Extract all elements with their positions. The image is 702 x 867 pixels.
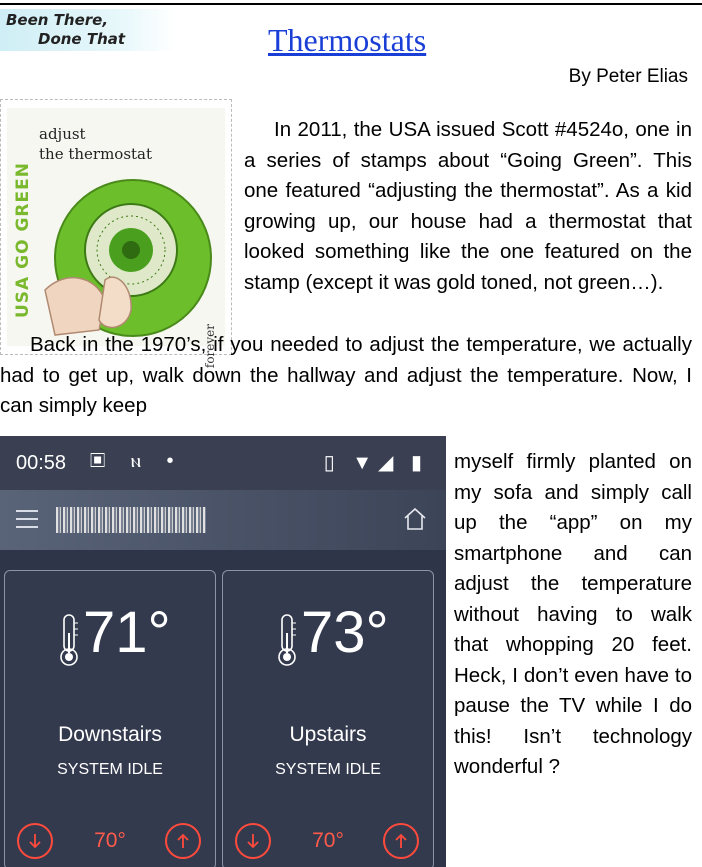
stamp-image: USA GO GREEN adjust the thermostat forev…	[0, 99, 232, 368]
increase-setpoint-button[interactable]	[383, 823, 419, 859]
home-icon[interactable]	[402, 506, 428, 532]
stamp-caption: adjust the thermostat	[39, 125, 153, 163]
status-bar: 00:58 ▣ ⲛ • ▯ ▼◢ ▮	[0, 436, 446, 490]
zone-card-downstairs[interactable]: 71° Downstairs SYSTEM IDLE 70°	[4, 570, 216, 867]
article-paragraph-2: Back in the 1970’s, if you needed to adj…	[0, 333, 692, 417]
zone-name: Downstairs	[58, 723, 162, 746]
notification-icons: ▣ ⲛ •	[90, 450, 184, 472]
redacted-location-name	[56, 507, 206, 533]
zone-name: Upstairs	[289, 723, 367, 746]
arrow-up-icon	[177, 833, 189, 848]
article-paragraph-3: myself firmly planted on my sofa and sim…	[454, 450, 692, 778]
system-status: SYSTEM IDLE	[275, 761, 381, 778]
banner-line-2: Done That	[38, 30, 126, 48]
increase-setpoint-button[interactable]	[165, 823, 201, 859]
thermometer-icon	[60, 614, 78, 666]
app-bar	[0, 490, 446, 550]
byline: By Peter Elias	[568, 66, 688, 87]
current-temperature: 71°	[83, 600, 171, 665]
stamp-face: USA GO GREEN adjust the thermostat forev…	[7, 108, 225, 368]
decrease-setpoint-button[interactable]	[17, 823, 53, 859]
zone-card-upstairs[interactable]: 73° Upstairs SYSTEM IDLE 70°	[222, 570, 434, 867]
thermostat-dial-illustration	[44, 179, 212, 337]
menu-icon[interactable]	[16, 510, 38, 528]
column-banner: Been There, Done That	[0, 9, 175, 51]
arrow-up-icon	[395, 833, 407, 848]
banner-line-1: Been There,	[6, 11, 109, 29]
system-status-icons: ▯ ▼◢ ▮	[323, 452, 428, 474]
status-time: 00:58	[16, 452, 67, 474]
arrow-down-icon	[247, 834, 259, 849]
arrow-down-icon	[29, 834, 41, 849]
system-status: SYSTEM IDLE	[57, 761, 163, 778]
article-paragraph-1: In 2011, the USA issued Scott #4524o, on…	[244, 118, 692, 294]
article-title-link[interactable]: Thermostats	[268, 22, 426, 59]
current-temperature: 73°	[301, 600, 389, 665]
decrease-setpoint-button[interactable]	[235, 823, 271, 859]
thermometer-icon	[278, 614, 296, 666]
thermostat-app-screenshot: 00:58 ▣ ⲛ • ▯ ▼◢ ▮ 71° Downstairs SYSTEM…	[0, 436, 446, 867]
stamp-side-text: USA GO GREEN	[13, 162, 33, 318]
top-rule	[0, 3, 702, 5]
